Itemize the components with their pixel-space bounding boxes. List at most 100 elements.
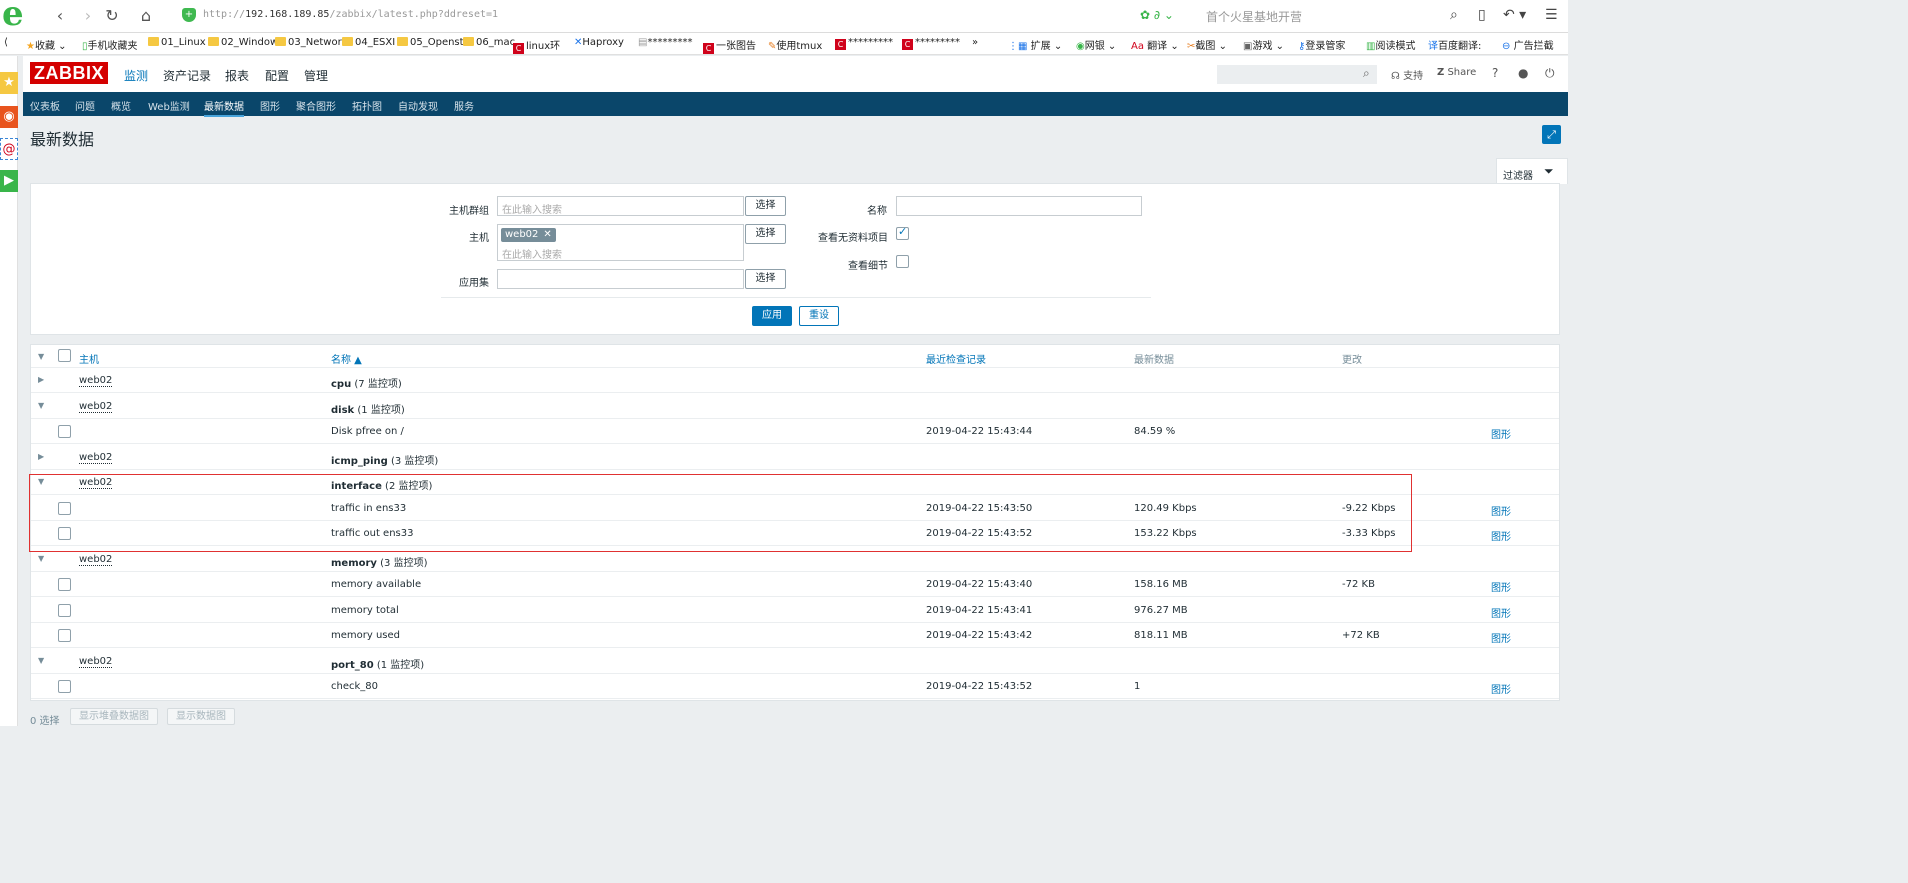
graph-link[interactable]: 图形 (1491, 630, 1511, 645)
forward-icon[interactable]: › (78, 6, 98, 26)
logout-icon[interactable]: ⏻ (1545, 66, 1555, 81)
bookmarks-toggle-icon[interactable]: ⟨ (4, 37, 8, 48)
submenu-discovery[interactable]: 自动发现 (398, 98, 438, 113)
fullscreen-icon[interactable]: ⤢ (1542, 125, 1561, 144)
menu-reports[interactable]: 报表 (225, 67, 249, 84)
bookmark-mobile[interactable]: ▯手机收藏夹 (82, 37, 138, 52)
expanded-icon[interactable]: ▼ (38, 477, 44, 486)
apply-button[interactable]: 应用 (752, 306, 792, 326)
application-input[interactable] (497, 269, 744, 289)
user-profile-icon[interactable]: ● (1518, 66, 1528, 80)
host-link[interactable]: web02 (79, 400, 113, 413)
bookmark-folder[interactable]: 03_Networ (275, 37, 342, 48)
bookmark-folder[interactable]: 05_Openst (397, 37, 464, 48)
ie-compat-icon[interactable]: ✿ ∂ ⌄ (1140, 8, 1174, 22)
adblock-button[interactable]: ⊖ 广告拦截 (1502, 37, 1554, 52)
show-graph-button[interactable]: 显示数据图 (167, 708, 235, 725)
star-icon[interactable]: ★ (0, 72, 18, 94)
search-icon[interactable]: ⌕ (1450, 7, 1458, 23)
host-tag[interactable]: web02 ✕ (501, 228, 556, 242)
last-check-column-header[interactable]: 最近检查记录 (926, 351, 986, 366)
weibo-icon[interactable]: ◉ (0, 106, 18, 128)
expanded-icon[interactable]: ▼ (38, 656, 44, 665)
menu-icon[interactable]: ☰ (1545, 7, 1558, 23)
item-checkbox[interactable] (58, 425, 71, 438)
bookmark-redacted[interactable]: C ********* (902, 37, 960, 50)
help-icon[interactable]: ? (1492, 66, 1498, 80)
host-select-button[interactable]: 选择 (745, 224, 786, 244)
expanded-icon[interactable]: ▼ (38, 401, 44, 410)
item-checkbox[interactable] (58, 527, 71, 540)
item-checkbox[interactable] (58, 603, 71, 617)
graph-link[interactable]: 图形 (1491, 528, 1511, 543)
remove-tag-icon[interactable]: ✕ (543, 229, 551, 240)
phone-icon[interactable]: ▯ (1478, 7, 1486, 23)
extensions-button[interactable]: ⋮▦ 扩展 ⌄ (1008, 37, 1062, 52)
search-icon[interactable]: ⌕ (1363, 66, 1370, 81)
bookmark-doc[interactable]: ▤********* (638, 37, 692, 48)
screenshot-button[interactable]: ✂截图 ⌄ (1187, 37, 1227, 52)
host-input[interactable]: web02 ✕ 在此输入搜索 (497, 224, 744, 261)
graph-link[interactable]: 图形 (1491, 579, 1511, 594)
bookmark-tmux[interactable]: ✎使用tmux (768, 37, 822, 52)
login-manager-button[interactable]: ⚷登录管家 (1298, 37, 1345, 52)
show-no-data-checkbox[interactable] (896, 225, 909, 240)
graph-link[interactable]: 图形 (1491, 503, 1511, 518)
zabbix-logo[interactable]: ZABBIX (30, 62, 108, 84)
bookmark-linux[interactable]: Clinux环 (513, 37, 560, 54)
games-button[interactable]: ▣游戏 ⌄ (1243, 37, 1284, 52)
address-bar[interactable]: + http://192.168.189.85/zabbix/latest.ph… (176, 5, 1196, 27)
url-text[interactable]: http://192.168.189.85/zabbix/latest.php?… (203, 9, 498, 20)
support-link[interactable]: ☊ 支持 (1391, 67, 1423, 82)
bookmarks-more[interactable]: » (972, 37, 978, 48)
graph-link[interactable]: 图形 (1491, 681, 1511, 696)
graph-link[interactable]: 图形 (1491, 426, 1511, 441)
browser-search-hint[interactable]: 首个火星基地开营 (1206, 8, 1302, 25)
host-group-select-button[interactable]: 选择 (745, 196, 786, 216)
bookmark-folder[interactable]: 06_mac (463, 37, 515, 48)
host-link[interactable]: web02 (79, 375, 113, 387)
host-link[interactable]: web02 (79, 553, 113, 566)
expanded-icon[interactable]: ▼ (38, 554, 44, 563)
translate-button[interactable]: Aa 翻译 ⌄ (1131, 37, 1179, 52)
submenu-maps[interactable]: 拓扑图 (352, 98, 382, 113)
stacked-graph-button[interactable]: 显示堆叠数据图 (70, 708, 158, 725)
reader-mode-button[interactable]: ▥阅读模式 (1366, 37, 1415, 52)
video-icon[interactable]: ▶ (0, 170, 18, 192)
name-input[interactable] (896, 196, 1142, 216)
submenu-latest-data[interactable]: 最新数据 (204, 98, 244, 117)
filter-tab[interactable]: 过滤器 ⏷ (1496, 158, 1568, 184)
bookmark-haproxy[interactable]: ✕Haproxy (574, 37, 624, 48)
bookmark-redacted[interactable]: C ********* (835, 37, 893, 50)
item-checkbox[interactable] (58, 629, 71, 642)
host-column-header[interactable]: 主机 (79, 351, 99, 366)
global-search-input[interactable] (1217, 65, 1377, 84)
graph-link[interactable]: 图形 (1491, 605, 1511, 620)
submenu-graphs[interactable]: 图形 (260, 98, 280, 113)
host-link[interactable]: web02 (79, 477, 113, 489)
collapsed-icon[interactable]: ▶ (38, 452, 44, 461)
item-checkbox[interactable] (58, 680, 71, 693)
host-group-input[interactable]: 在此输入搜索 (497, 196, 744, 216)
mail-icon[interactable]: @ (0, 138, 18, 160)
baidu-translate-button[interactable]: 译百度翻译: (1428, 37, 1481, 52)
collapse-all-icon[interactable]: ▼ (38, 352, 44, 361)
undo-icon[interactable]: ↶ ▾ (1503, 7, 1526, 23)
reload-icon[interactable]: ↻ (102, 6, 122, 26)
bookmark-favorites[interactable]: ★收藏 ⌄ (26, 37, 67, 52)
bookmark-diagram[interactable]: C 一张图告 (703, 37, 756, 54)
back-icon[interactable]: ‹ (50, 6, 70, 26)
host-link[interactable]: web02 (79, 655, 113, 668)
menu-inventory[interactable]: 资产记录 (163, 67, 211, 84)
submenu-overview[interactable]: 概览 (111, 98, 131, 113)
netbank-button[interactable]: ◉网银 ⌄ (1076, 37, 1116, 52)
menu-configuration[interactable]: 配置 (265, 67, 289, 84)
collapsed-icon[interactable]: ▶ (38, 375, 44, 384)
submenu-screens[interactable]: 聚合图形 (296, 98, 336, 113)
name-column-header[interactable]: 名称 ▲ (331, 351, 362, 366)
submenu-dashboard[interactable]: 仪表板 (30, 98, 60, 113)
submenu-services[interactable]: 服务 (454, 98, 474, 113)
share-link[interactable]: Z Share (1437, 67, 1476, 78)
menu-administration[interactable]: 管理 (304, 67, 328, 84)
item-checkbox[interactable] (58, 578, 71, 591)
